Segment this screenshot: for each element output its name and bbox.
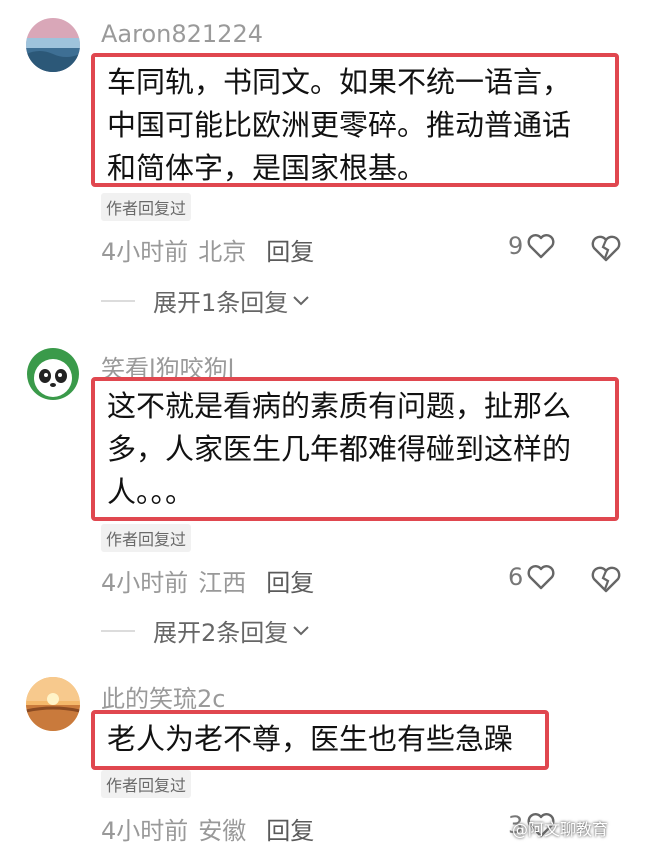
username[interactable]: 此的笑琉2c [101,679,225,714]
author-replied-badge: 作者回复过 [101,193,192,221]
expand-replies-button[interactable]: 展开1条回复 [101,283,310,318]
chevron-down-icon [293,625,309,635]
expand-replies-button[interactable]: 展开2条回复 [101,613,310,648]
comment-text: 老人为老不尊，医生也有些急躁 [91,710,549,770]
comment-line: 和简体字，是国家根基。 [107,151,427,185]
avatar[interactable] [26,677,80,731]
chevron-down-icon [293,295,309,305]
comment-line: 车同轨，书同文。如果不统一语言， [107,65,572,99]
avatar[interactable] [26,18,80,72]
location: 安徽 [198,817,247,845]
reply-button[interactable]: 回复 [266,817,314,845]
avatar[interactable] [26,347,80,401]
comment-line: 中国可能比欧洲更零碎。推动普通话 [107,108,572,142]
heart-outline-icon [527,565,555,590]
comment-line: 多，人家医生几年都难得碰到这样的 [107,432,572,466]
comment-line: 这不就是看病的素质有问题，扯那么 [107,389,572,423]
heart-outline-icon [527,234,555,259]
divider [101,299,135,302]
comment-meta: 4小时前 安徽 回复 [101,811,314,846]
timestamp: 4小时前 [101,817,189,845]
reply-button[interactable]: 回复 [266,238,314,266]
location: 江西 [198,569,247,597]
author-replied-badge: 作者回复过 [101,524,192,552]
expand-replies-label: 展开2条回复 [153,619,289,647]
broken-heart-icon[interactable] [591,565,621,593]
like-button[interactable]: 9 [508,232,555,260]
comment-text: 这不就是看病的素质有问题，扯那么 多，人家医生几年都难得碰到这样的 人。。。 [91,377,619,521]
comment-text: 车同轨，书同文。如果不统一语言， 中国可能比欧洲更零碎。推动普通话 和简体字，是… [91,53,619,187]
location: 北京 [198,238,247,266]
like-button[interactable]: 6 [508,563,555,591]
like-count: 9 [508,232,524,260]
timestamp: 4小时前 [101,238,189,266]
expand-replies-label: 展开1条回复 [153,289,289,317]
author-replied-badge: 作者回复过 [101,770,192,798]
comment-line: 老人为老不尊，医生也有些急躁 [107,722,514,756]
watermark: @阿文聊教育 [512,820,609,839]
comment-meta: 4小时前 北京 回复 [101,232,314,267]
comment-meta: 4小时前 江西 回复 [101,563,314,598]
broken-heart-icon[interactable] [591,234,621,262]
divider [101,629,135,632]
reply-button[interactable]: 回复 [266,569,314,597]
username[interactable]: Aaron821224 [101,20,263,48]
comment-line: 人。。。 [107,475,195,509]
like-count: 6 [508,563,524,591]
timestamp: 4小时前 [101,569,189,597]
